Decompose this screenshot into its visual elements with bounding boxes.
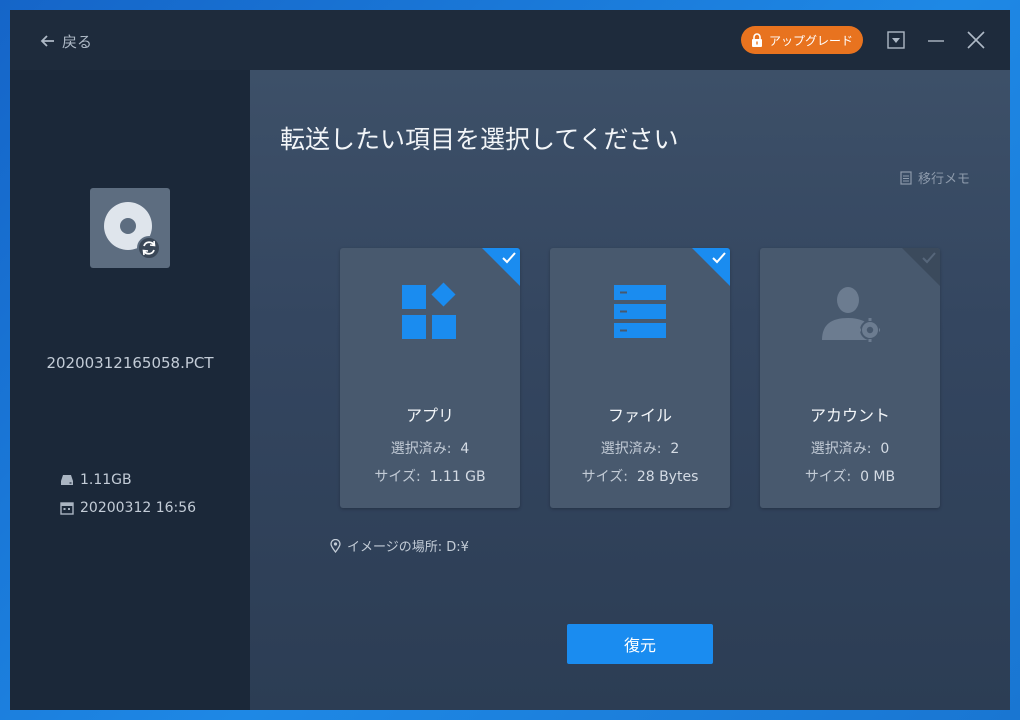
migration-memo-link[interactable]: 移行メモ — [900, 168, 970, 187]
size-info: サイズ: 28 Bytes — [581, 469, 699, 485]
backup-date-value: 20200312 16:56 — [80, 500, 197, 516]
drive-icon — [61, 475, 73, 485]
memo-icon — [900, 170, 912, 185]
restore-button[interactable]: 復元 — [567, 624, 713, 664]
files-icon — [614, 285, 666, 338]
back-label: 戻る — [62, 32, 93, 51]
calendar-icon — [60, 502, 74, 515]
account-icon — [822, 287, 880, 342]
sync-icon — [137, 236, 161, 260]
card-files[interactable]: ファイル 選択済み: 2 サイズ: 28 Bytes — [550, 248, 730, 508]
app-window: 戻る アップグレード 20200312165058.PCT 1.11GB 202… — [10, 10, 1010, 710]
upgrade-button[interactable]: アップグレード — [741, 26, 863, 54]
close-icon[interactable] — [964, 28, 988, 52]
disk-image-icon — [90, 188, 170, 268]
back-arrow-icon — [40, 35, 54, 47]
minimize-icon[interactable] — [924, 28, 948, 52]
backup-date: 20200312 16:56 — [60, 498, 196, 518]
selected-count: 選択済み: 4 — [390, 441, 470, 457]
card-accounts[interactable]: アカウント 選択済み: 0 サイズ: 0 MB — [760, 248, 940, 508]
image-location: イメージの場所: D:¥ — [330, 536, 469, 555]
card-title: アカウント — [809, 406, 890, 425]
apps-icon — [402, 282, 456, 339]
checkmark-icon — [712, 252, 726, 264]
selected-count: 選択済み: 2 — [600, 441, 680, 457]
location-pin-icon — [330, 538, 341, 553]
title-bar: 戻る アップグレード — [10, 10, 1010, 70]
sidebar: 20200312165058.PCT 1.11GB 20200312 16:56 — [10, 70, 250, 710]
checkmark-icon — [502, 252, 516, 264]
upgrade-label: アップグレード — [768, 33, 853, 48]
memo-label: 移行メモ — [918, 172, 971, 187]
selected-count: 選択済み: 0 — [810, 441, 890, 457]
card-title: ファイル — [607, 406, 672, 425]
backup-size: 1.11GB — [60, 470, 132, 490]
checkmark-icon — [922, 252, 936, 264]
card-apps[interactable]: アプリ 選択済み: 4 サイズ: 1.11 GB — [340, 248, 520, 508]
minimize-to-tray-icon[interactable] — [884, 28, 908, 52]
size-info: サイズ: 0 MB — [804, 469, 896, 485]
main-panel: 転送したい項目を選択してください 移行メモ アプリ 選択済み: 4 サイズ: 1… — [250, 70, 1010, 710]
location-label: イメージの場所: D:¥ — [347, 540, 469, 555]
lock-icon — [751, 33, 762, 47]
backup-filename: 20200312165058.PCT — [46, 354, 214, 372]
page-title: 転送したい項目を選択してください — [280, 125, 679, 154]
back-button[interactable]: 戻る — [40, 30, 92, 52]
backup-size-value: 1.11GB — [80, 472, 132, 488]
size-info: サイズ: 1.11 GB — [374, 469, 486, 485]
card-title: アプリ — [405, 406, 454, 425]
